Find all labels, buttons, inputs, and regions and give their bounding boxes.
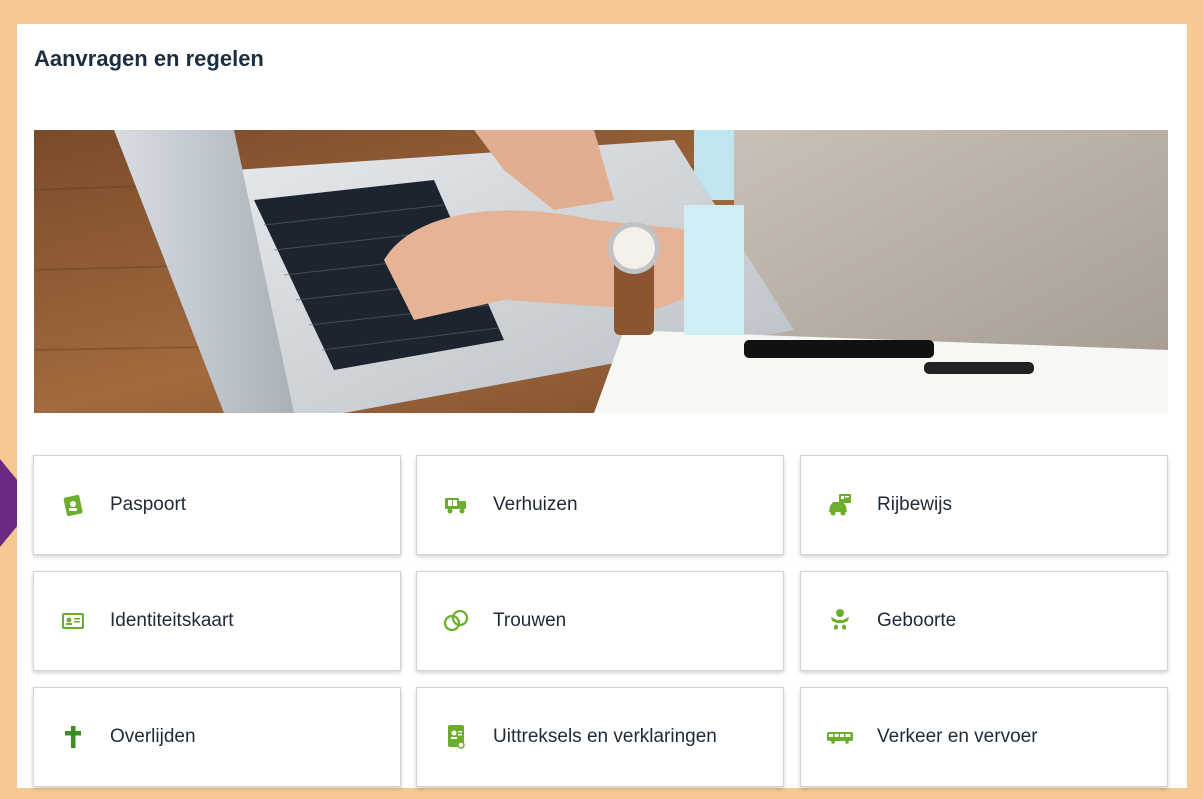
tile-label: Verkeer en vervoer xyxy=(877,726,1038,747)
tile-geboorte[interactable]: Geboorte xyxy=(800,571,1168,671)
tile-label: Trouwen xyxy=(493,610,567,631)
tile-uittreksels[interactable]: Uittreksels en verklaringen xyxy=(416,687,784,787)
cross-icon xyxy=(58,722,88,752)
tile-label: Paspoort xyxy=(110,494,187,515)
tile-rijbewijs[interactable]: Rijbewijs xyxy=(800,455,1168,555)
tile-overlijden[interactable]: Overlijden xyxy=(33,687,401,787)
tile-verkeer-en-vervoer[interactable]: Verkeer en vervoer xyxy=(800,687,1168,787)
hero-image xyxy=(34,130,1168,413)
tile-label: Overlijden xyxy=(110,726,196,747)
baby-icon xyxy=(825,606,855,636)
driving-license-icon xyxy=(825,490,855,520)
tile-identiteitskaart[interactable]: Identiteitskaart xyxy=(33,571,401,671)
tile-label: Rijbewijs xyxy=(877,494,952,515)
content-panel: Aanvragen en regelen xyxy=(17,24,1187,788)
tile-label: Geboorte xyxy=(877,610,957,631)
tile-verhuizen[interactable]: Verhuizen xyxy=(416,455,784,555)
document-icon xyxy=(441,722,471,752)
moving-truck-icon xyxy=(441,490,471,520)
tile-label: Identiteitskaart xyxy=(110,610,234,631)
tile-trouwen[interactable]: Trouwen xyxy=(416,571,784,671)
wedding-rings-icon xyxy=(441,606,471,636)
tile-label: Verhuizen xyxy=(493,494,578,515)
tile-label: Uittreksels en verklaringen xyxy=(493,726,717,747)
passport-icon xyxy=(58,490,88,520)
id-card-icon xyxy=(58,606,88,636)
page-title: Aanvragen en regelen xyxy=(34,46,264,71)
bus-icon xyxy=(825,722,855,752)
tile-paspoort[interactable]: Paspoort xyxy=(33,455,401,555)
